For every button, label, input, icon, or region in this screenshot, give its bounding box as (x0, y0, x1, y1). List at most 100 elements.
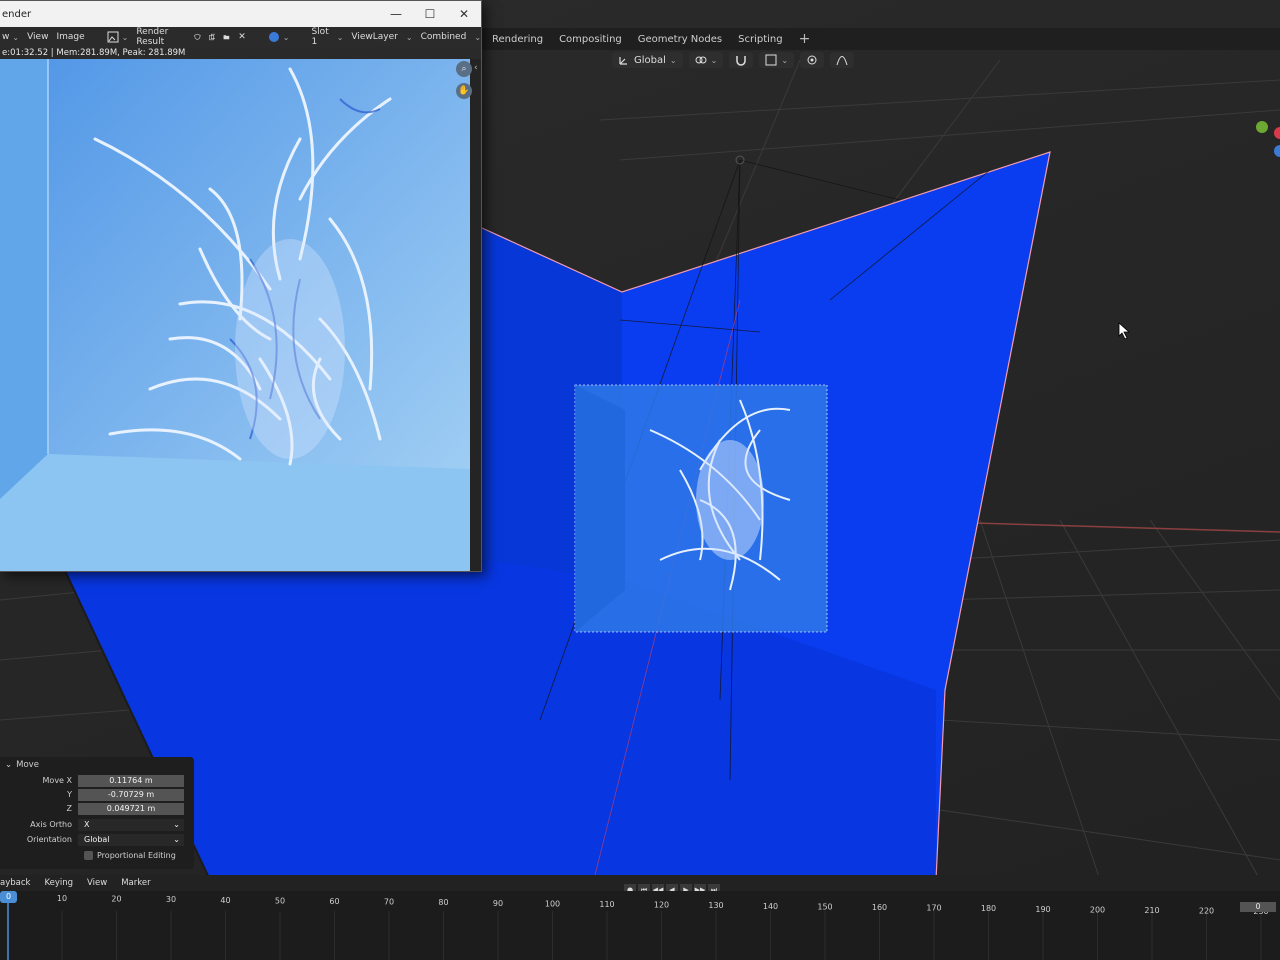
tab-compositing[interactable]: Compositing (559, 34, 622, 45)
timeline-tick-label: 20 (111, 895, 121, 904)
globe-icon (268, 32, 279, 42)
tab-scripting[interactable]: Scripting (738, 34, 782, 45)
axis-ortho-value: X (84, 819, 90, 829)
chevron-down-icon: ⌄ (282, 32, 290, 42)
orientation-label: Orientation (26, 835, 72, 844)
folder-icon[interactable] (223, 31, 230, 43)
image-browse-button[interactable]: ⌄ (107, 31, 129, 43)
shield-icon[interactable] (194, 31, 201, 43)
chevron-down-icon: ⌄ (173, 834, 180, 844)
z-axis-gizmo-icon[interactable] (1274, 145, 1280, 157)
move-z-label: Z (66, 804, 72, 813)
move-z-field[interactable]: 0.049721 m (78, 802, 184, 815)
snap-target-dropdown[interactable]: ⌄ (759, 52, 795, 68)
axis-ortho-row: Axis Ortho X ⌄ (0, 818, 194, 831)
unlink-x-icon[interactable]: ✕ (238, 32, 246, 42)
image-icon (107, 31, 119, 43)
pan-hand-icon[interactable]: ✋ (456, 83, 472, 99)
proportional-editing-row[interactable]: Proportional Editing (84, 849, 194, 862)
tab-rendering[interactable]: Rendering (492, 34, 543, 45)
y-axis-gizmo-icon[interactable] (1256, 121, 1268, 133)
menu-view[interactable]: View (87, 878, 107, 888)
render-floor (0, 454, 470, 571)
panel-header[interactable]: ⌄ Move (0, 757, 194, 773)
slot-dropdown[interactable]: Slot 1 (311, 27, 328, 47)
render-pass-dropdown[interactable]: Combined (421, 32, 467, 42)
snap-toggle[interactable] (729, 52, 754, 68)
tab-geometry-nodes[interactable]: Geometry Nodes (638, 34, 722, 45)
axis-ortho-label: Axis Ortho (30, 820, 72, 829)
display-mode-button[interactable]: ⌄ (268, 31, 290, 43)
render-result-canvas (0, 59, 470, 571)
chevron-down-icon: ⌄ (121, 32, 129, 42)
duplicate-icon[interactable] (208, 31, 216, 43)
mouse-cursor-icon (1118, 322, 1131, 340)
timeline-tick-label: 110 (599, 900, 614, 909)
adjust-last-operation-panel[interactable]: ⌄ Move Move X 0.11764 m Y -0.70729 m Z 0… (0, 757, 194, 869)
proportional-editing-toggle[interactable] (800, 52, 825, 68)
proportional-editing-checkbox[interactable] (84, 851, 93, 860)
timeline-tick-label: 130 (708, 901, 723, 910)
chevron-down-icon: ⌄ (173, 819, 180, 829)
workspace-tabs: Rendering Compositing Geometry Nodes Scr… (482, 28, 1280, 50)
timeline-tick-label: 60 (329, 897, 339, 906)
render-sculpture-core (235, 239, 345, 459)
viewlayer-dropdown[interactable]: ViewLayer (351, 32, 397, 42)
orientation-dropdown[interactable]: Global ⌄ (78, 833, 184, 846)
timeline-tick-label: 40 (220, 896, 230, 905)
timeline-tick-label: 190 (1035, 905, 1050, 914)
transform-orientation-dropdown[interactable]: Global ⌄ (612, 52, 683, 68)
current-frame-field[interactable]: 0 (1240, 902, 1276, 912)
chevron-down-icon: ⌄ (336, 32, 344, 42)
menu-keying[interactable]: Keying (44, 878, 73, 888)
menu-view[interactable]: View (27, 32, 48, 42)
timeline-tick-label: 220 (1199, 907, 1214, 916)
timeline-tick-label: 200 (1090, 905, 1105, 914)
chevron-down-icon: ⌄ (474, 32, 482, 42)
zoom-icon[interactable]: ⌕ (456, 61, 472, 77)
menu-image[interactable]: Image (56, 32, 84, 42)
timeline-tick-label: 140 (763, 902, 778, 911)
magnet-icon (736, 56, 747, 66)
close-button[interactable]: ✕ (447, 1, 481, 27)
editor-type-menu[interactable]: w ⌄ (2, 32, 19, 42)
render-result-image[interactable] (0, 59, 470, 571)
pivot-point-dropdown[interactable]: ⌄ (688, 52, 724, 68)
viewport-header: Global ⌄ ⌄ ⌄ (482, 50, 1280, 70)
render-window[interactable]: ender — ☐ ✕ w ⌄ View Image ⌄ Render Resu… (0, 0, 482, 572)
timeline-area[interactable]: 10 20 30 40 50 60 70 80 90 100 110 120 130 140 150 160 1… (0, 891, 1280, 960)
chevron-down-icon: ⌄ (669, 55, 677, 65)
timeline-tick-label: 10 (57, 894, 67, 903)
falloff-curve-icon (836, 56, 848, 66)
chevron-down-icon: ⌄ (5, 760, 13, 770)
add-workspace-icon[interactable]: + (799, 31, 811, 47)
move-x-field[interactable]: 0.11764 m (78, 774, 184, 787)
timeline-tick-label: 80 (438, 898, 448, 907)
menu-marker[interactable]: Marker (121, 878, 150, 888)
proportional-circle-icon (807, 55, 817, 65)
render-window-titlebar[interactable]: ender — ☐ ✕ (0, 1, 481, 27)
x-axis-gizmo-icon[interactable] (1274, 127, 1280, 139)
link-icon (695, 56, 707, 64)
chevron-down-icon: ⌄ (710, 55, 718, 65)
sidebar-toggle-icon[interactable]: ‹ (474, 63, 478, 73)
render-status-bar: e:01:32.52 | Mem:281.89M, Peak: 281.89M (0, 47, 481, 59)
panel-title: Move (16, 760, 39, 770)
menu-playback[interactable]: ayback (0, 878, 30, 888)
navigation-gizmo[interactable] (1250, 115, 1280, 165)
maximize-button[interactable]: ☐ (413, 1, 447, 27)
image-name[interactable]: Render Result (136, 27, 172, 47)
timeline-tick-label: 210 (1144, 906, 1159, 915)
axis-ortho-dropdown[interactable]: X ⌄ (78, 818, 184, 831)
minimize-button[interactable]: — (379, 1, 413, 27)
orientation-value: Global (84, 834, 110, 844)
move-y-field[interactable]: -0.70729 m (78, 788, 184, 801)
timeline-tick-label: 100 (545, 899, 560, 908)
image-plane-sculpture-core (696, 440, 764, 560)
timeline-tick-label: 180 (981, 904, 996, 913)
move-x-label: Move X (42, 776, 72, 785)
timeline-tick-label: 170 (926, 904, 941, 913)
falloff-dropdown[interactable] (830, 52, 855, 68)
playhead[interactable]: 0 (0, 891, 17, 903)
move-z-row: Z 0.049721 m (0, 802, 194, 815)
